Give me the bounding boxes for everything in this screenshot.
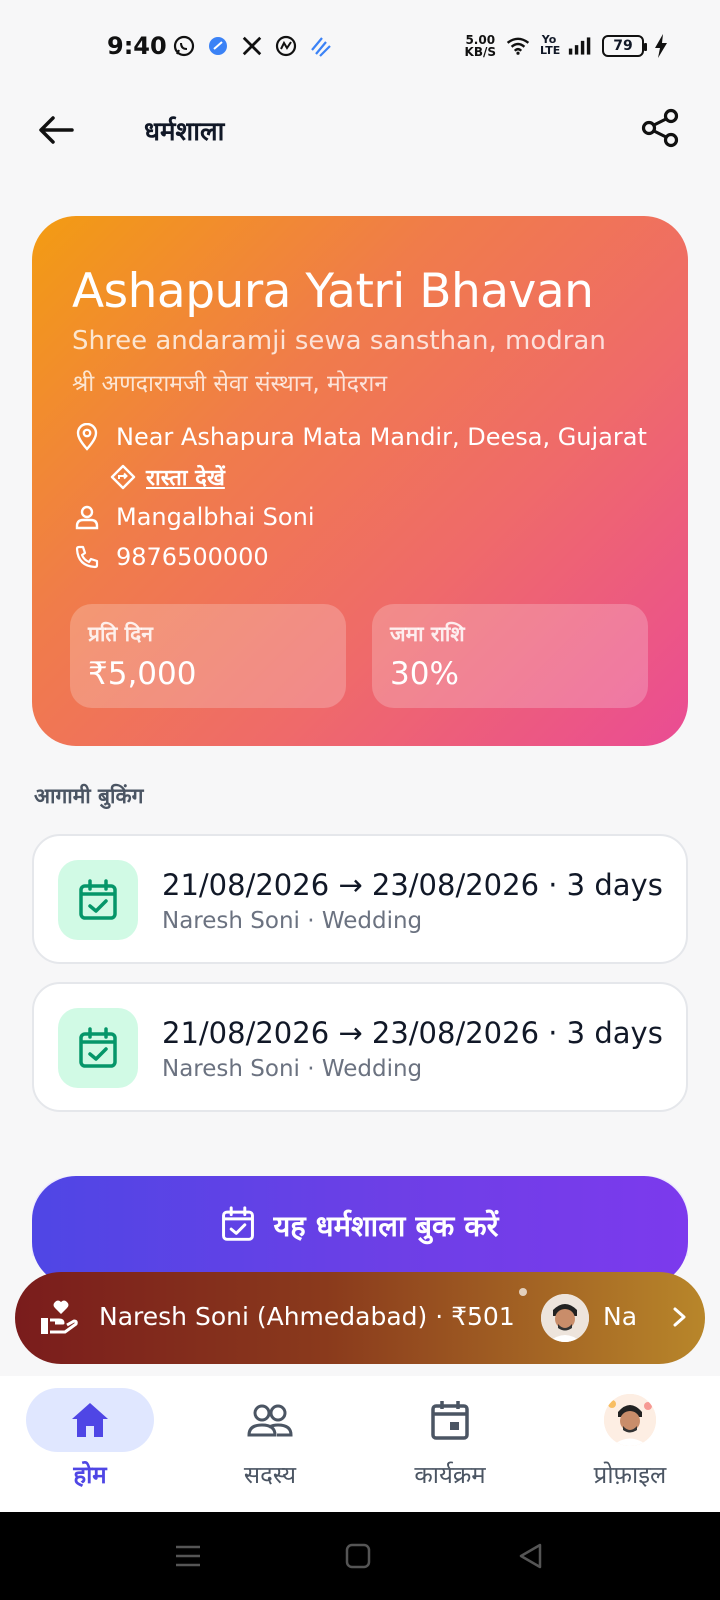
calendar-icon bbox=[386, 1388, 514, 1452]
stripes-icon bbox=[308, 34, 332, 58]
nav-item-members[interactable]: सदस्य bbox=[190, 1388, 350, 1508]
dharamshala-hero-card: Ashapura Yatri Bhavan Shree andaramji se… bbox=[32, 216, 688, 746]
deposit-label: जमा राशि bbox=[390, 622, 465, 646]
app-circle-icon bbox=[274, 34, 298, 58]
calendar-check-icon bbox=[58, 1008, 138, 1088]
directions-label: रास्ता देखें bbox=[146, 466, 225, 491]
booking-detail: Naresh Soni · Wedding bbox=[162, 908, 423, 934]
home-button-icon[interactable] bbox=[342, 1540, 374, 1572]
nav-item-profile[interactable]: प्रोफ़ाइल bbox=[550, 1388, 710, 1508]
upcoming-bookings-heading: आगामी बुकिंग bbox=[34, 784, 144, 808]
person-icon bbox=[72, 502, 102, 532]
calendar-check-icon bbox=[222, 1206, 255, 1241]
charging-bolt-icon bbox=[654, 34, 668, 58]
system-navigation-bar bbox=[0, 1512, 720, 1600]
directions-icon bbox=[110, 464, 136, 490]
x-icon bbox=[240, 34, 264, 58]
address-row: Near Ashapura Mata Mandir, Deesa, Gujara… bbox=[72, 422, 647, 452]
booking-card[interactable]: 21/08/2026 → 23/08/2026 · 3 days Naresh … bbox=[32, 834, 688, 964]
phone-row[interactable]: 9876500000 bbox=[72, 542, 269, 572]
members-icon bbox=[206, 1388, 334, 1452]
trust-name-hindi: श्री अणदारामजी सेवा संस्थान, मोदरान bbox=[72, 371, 388, 397]
profile-avatar bbox=[604, 1394, 656, 1446]
booking-detail: Naresh Soni · Wedding bbox=[162, 1056, 423, 1082]
wifi-icon bbox=[506, 34, 530, 58]
address-text: Near Ashapura Mata Mandir, Deesa, Gujara… bbox=[116, 423, 647, 451]
ticker-dot bbox=[519, 1288, 527, 1296]
back-button[interactable] bbox=[34, 108, 78, 152]
lte-icon: Yo LTE bbox=[540, 33, 561, 57]
status-bar: 9:40 5.00 KB/S Yo LTE 79 bbox=[0, 0, 720, 96]
donation-text: Naresh Soni (Ahmedabad) · ₹501 bbox=[99, 1302, 515, 1331]
donation-ticker[interactable]: Naresh Soni (Ahmedabad) · ₹501 Na bbox=[15, 1272, 705, 1364]
donor-name-preview: Na bbox=[603, 1302, 638, 1331]
deposit-value: 30% bbox=[390, 656, 459, 692]
donation-hand-heart-icon bbox=[41, 1300, 78, 1334]
book-dharamshala-button[interactable]: यह धर्मशाला बुक करें bbox=[32, 1176, 688, 1286]
dharamshala-name: Ashapura Yatri Bhavan bbox=[72, 264, 594, 319]
chevron-right-icon[interactable] bbox=[663, 1300, 697, 1334]
signal-icon bbox=[568, 34, 592, 58]
nav-label: प्रोफ़ाइल bbox=[593, 1461, 667, 1489]
view-directions-link[interactable]: रास्ता देखें bbox=[110, 462, 225, 492]
status-time: 9:40 bbox=[107, 32, 167, 60]
per-day-label: प्रति दिन bbox=[88, 622, 153, 646]
booking-dates: 21/08/2026 → 23/08/2026 · 3 days bbox=[162, 868, 663, 902]
whatsapp-icon bbox=[172, 34, 196, 58]
notification-icons bbox=[172, 34, 332, 58]
home-icon bbox=[26, 1388, 154, 1452]
nav-label: सदस्य bbox=[243, 1461, 297, 1489]
menu-icon[interactable] bbox=[172, 1540, 204, 1572]
deposit-box: जमा राशि 30% bbox=[372, 604, 648, 708]
contact-person-row: Mangalbhai Soni bbox=[72, 502, 314, 532]
bottom-navigation: होम सदस्य कार्यक्रम प्रोफ़ाइल bbox=[0, 1376, 720, 1512]
nav-item-home[interactable]: होम bbox=[10, 1388, 170, 1508]
calendar-check-icon bbox=[58, 860, 138, 940]
nav-label: होम bbox=[73, 1461, 107, 1489]
share-button[interactable] bbox=[638, 106, 682, 150]
donor-avatar bbox=[541, 1294, 589, 1342]
trust-name-english: Shree andaramji sewa sansthan, modran bbox=[72, 326, 606, 356]
booking-dates: 21/08/2026 → 23/08/2026 · 3 days bbox=[162, 1016, 663, 1050]
per-day-value: ₹5,000 bbox=[88, 656, 197, 692]
contact-person-name: Mangalbhai Soni bbox=[116, 503, 315, 531]
profile-avatar-wrapper bbox=[566, 1388, 694, 1452]
location-pin-icon bbox=[72, 422, 102, 452]
app-notification-icon bbox=[206, 34, 230, 58]
network-speed: 5.00 KB/S bbox=[464, 33, 496, 59]
battery-indicator: 79 bbox=[602, 35, 647, 57]
page-title: धर्मशाला bbox=[144, 117, 225, 147]
arrow-left-icon bbox=[39, 116, 74, 144]
app-bar: धर्मशाला bbox=[0, 96, 720, 166]
nav-item-events[interactable]: कार्यक्रम bbox=[370, 1388, 530, 1508]
share-icon bbox=[641, 108, 679, 148]
phone-icon bbox=[72, 542, 102, 572]
back-triangle-icon[interactable] bbox=[514, 1540, 546, 1572]
booking-card[interactable]: 21/08/2026 → 23/08/2026 · 3 days Naresh … bbox=[32, 982, 688, 1112]
system-status-icons: 5.00 KB/S Yo LTE 79 bbox=[465, 34, 668, 58]
per-day-rate-box: प्रति दिन ₹5,000 bbox=[70, 604, 346, 708]
phone-number: 9876500000 bbox=[116, 543, 269, 571]
book-button-label: यह धर्मशाला बुक करें bbox=[273, 1209, 499, 1243]
nav-label: कार्यक्रम bbox=[414, 1461, 486, 1489]
